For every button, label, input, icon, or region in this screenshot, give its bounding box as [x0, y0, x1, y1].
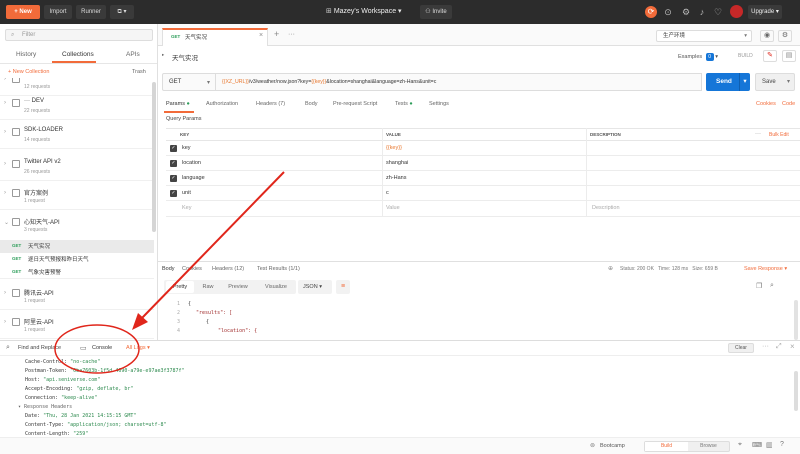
annotation-arrow-line	[141, 171, 285, 319]
annotation-overlay	[54, 171, 285, 374]
annotation-circle	[54, 324, 140, 374]
